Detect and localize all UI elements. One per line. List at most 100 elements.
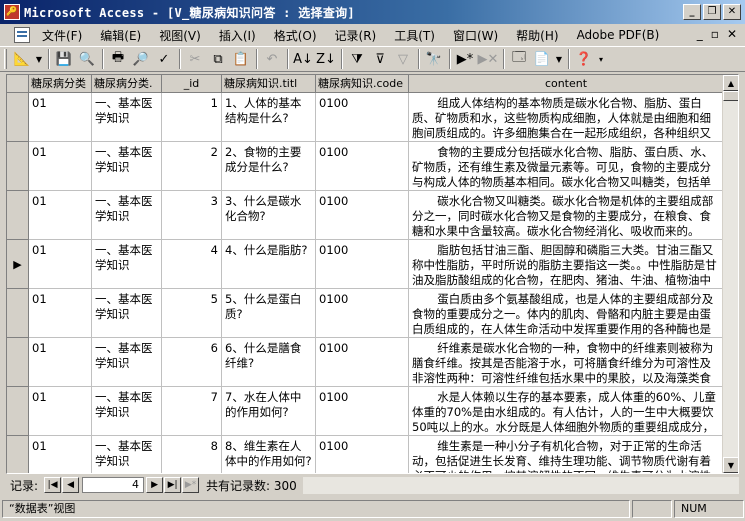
cell-content[interactable]: 碳水化合物又叫糖类。碳水化合物是机体的主要组成部分之一，同时碳水化合物又是食物的…	[409, 191, 724, 240]
toolbar-options-icon[interactable]: ▾	[596, 48, 606, 70]
new-record-nav-button[interactable]: ▶*	[182, 477, 200, 493]
record-selector[interactable]	[7, 338, 29, 387]
cut-icon[interactable]: ✂	[184, 48, 206, 70]
print-icon[interactable]: 🖶	[107, 48, 129, 70]
apply-filter-icon[interactable]: ▽	[392, 48, 414, 70]
cell-category[interactable]: 01	[29, 93, 92, 142]
cell-code[interactable]: 0100	[316, 338, 409, 387]
cell-content[interactable]: 组成人体结构的基本物质是碳水化合物、脂肪、蛋白质、矿物质和水，这些物质构成细胞，…	[409, 93, 724, 142]
dropdown-arrow-icon[interactable]: ▼	[34, 48, 44, 70]
table-row[interactable]: ▶ 01 一、基本医学知识 4 4、什么是脂肪? 0100 脂肪包括甘油三酯、胆固醇和磷脂三…	[7, 240, 738, 289]
menu-format[interactable]: 格式(O)	[268, 27, 323, 44]
sort-descending-icon[interactable]: Z↓	[315, 48, 337, 70]
record-selector[interactable]	[7, 436, 29, 473]
cell-code[interactable]: 0100	[316, 142, 409, 191]
cell-content[interactable]: 脂肪包括甘油三酯、胆固醇和磷脂三大类。甘油三酯又称中性脂肪，平时所说的脂肪主要指…	[409, 240, 724, 289]
cell-title[interactable]: 2、食物的主要成分是什么?	[222, 142, 316, 191]
cell-content[interactable]: 水是人体赖以生存的基本要素，成人体重的60%、儿童体重的70%是由水组成的。有人…	[409, 387, 724, 436]
table-row[interactable]: 01 一、基本医学知识 5 5、什么是蛋白质? 0100 蛋白质由多个氨基酸组成，也是人体…	[7, 289, 738, 338]
undo-icon[interactable]: ↶	[261, 48, 283, 70]
column-header-title[interactable]: 糖尿病知识.titl	[222, 75, 316, 93]
table-row[interactable]: 01 一、基本医学知识 1 1、人体的基本结构是什么? 0100 组成人体结构的基本物质是…	[7, 93, 738, 142]
column-header-category-name[interactable]: 糖尿病分类.	[92, 75, 162, 93]
cell-category[interactable]: 01	[29, 289, 92, 338]
cell-category-name[interactable]: 一、基本医学知识	[92, 289, 162, 338]
cell-id[interactable]: 2	[162, 142, 222, 191]
sort-ascending-icon[interactable]: A↓	[292, 48, 314, 70]
record-selector[interactable]	[7, 191, 29, 240]
last-record-button[interactable]: ▶|	[164, 477, 182, 493]
cell-code[interactable]: 0100	[316, 240, 409, 289]
menu-edit[interactable]: 编辑(E)	[94, 27, 147, 44]
spelling-icon[interactable]: ✓	[153, 48, 175, 70]
scroll-down-button[interactable]: ▼	[723, 457, 738, 473]
document-control-icon[interactable]	[14, 27, 30, 43]
cell-id[interactable]: 5	[162, 289, 222, 338]
menu-view[interactable]: 视图(V)	[153, 27, 207, 44]
cell-title[interactable]: 6、什么是膳食纤维?	[222, 338, 316, 387]
scroll-up-button[interactable]: ▲	[723, 75, 738, 91]
cell-code[interactable]: 0100	[316, 436, 409, 473]
cell-title[interactable]: 3、什么是碳水化合物?	[222, 191, 316, 240]
table-row[interactable]: 01 一、基本医学知识 3 3、什么是碳水化合物? 0100 碳水化合物又叫糖类。碳水化合…	[7, 191, 738, 240]
print-preview-icon[interactable]: 🔎	[130, 48, 152, 70]
cell-content[interactable]: 食物的主要成分包括碳水化合物、脂肪、蛋白质、水、矿物质，还有维生素及微量元素等。…	[409, 142, 724, 191]
cell-category-name[interactable]: 一、基本医学知识	[92, 436, 162, 473]
cell-title[interactable]: 4、什么是脂肪?	[222, 240, 316, 289]
cell-content[interactable]: 蛋白质由多个氨基酸组成，也是人体的主要组成部分及食物的重要成分之一。体内的肌肉、…	[409, 289, 724, 338]
design-view-icon[interactable]: 📐	[11, 48, 33, 70]
record-selector[interactable]: ▶	[7, 240, 29, 289]
cell-category[interactable]: 01	[29, 387, 92, 436]
column-header-code[interactable]: 糖尿病知识.code	[316, 75, 409, 93]
cell-id[interactable]: 7	[162, 387, 222, 436]
cell-content[interactable]: 纤维素是碳水化合物的一种，食物中的纤维素则被称为膳食纤维。按其是否能溶于水，可将…	[409, 338, 724, 387]
cell-category[interactable]: 01	[29, 338, 92, 387]
cell-category[interactable]: 01	[29, 142, 92, 191]
menu-adobe-pdf[interactable]: Adobe PDF(B)	[571, 28, 666, 42]
cell-title[interactable]: 7、水在人体中的作用如何?	[222, 387, 316, 436]
toolbar-grip[interactable]	[4, 49, 7, 69]
cell-category-name[interactable]: 一、基本医学知识	[92, 338, 162, 387]
filter-by-selection-icon[interactable]: ⧩	[346, 48, 368, 70]
restore-button[interactable]: ❐	[703, 4, 721, 20]
doc-minimize-button[interactable]: _	[697, 27, 703, 41]
cell-id[interactable]: 1	[162, 93, 222, 142]
table-row[interactable]: 01 一、基本医学知识 2 2、食物的主要成分是什么? 0100 食物的主要成分包括碳水化…	[7, 142, 738, 191]
new-record-icon[interactable]: ▶*	[454, 48, 476, 70]
paste-icon[interactable]: 📋	[230, 48, 252, 70]
menu-tools[interactable]: 工具(T)	[388, 27, 441, 44]
cell-category-name[interactable]: 一、基本医学知识	[92, 142, 162, 191]
cell-title[interactable]: 8、维生素在人体中的作用如何?	[222, 436, 316, 473]
copy-icon[interactable]: ⧉	[207, 48, 229, 70]
dropdown-arrow-icon[interactable]: ▼	[554, 48, 564, 70]
table-row[interactable]: 01 一、基本医学知识 8 8、维生素在人体中的作用如何? 0100 维生素是一种小分子有…	[7, 436, 738, 473]
cell-category-name[interactable]: 一、基本医学知识	[92, 240, 162, 289]
previous-record-button[interactable]: ◀	[62, 477, 80, 493]
column-header-content[interactable]: content	[409, 75, 724, 93]
cell-id[interactable]: 4	[162, 240, 222, 289]
column-header-category[interactable]: 糖尿病分类	[29, 75, 92, 93]
first-record-button[interactable]: |◀	[44, 477, 62, 493]
record-selector[interactable]	[7, 93, 29, 142]
record-selector[interactable]	[7, 387, 29, 436]
next-record-button[interactable]: ▶	[146, 477, 164, 493]
current-record-input[interactable]: 4	[82, 477, 145, 493]
find-icon[interactable]: 🔭	[423, 48, 445, 70]
menu-window[interactable]: 窗口(W)	[447, 27, 504, 44]
cell-code[interactable]: 0100	[316, 289, 409, 338]
cell-category-name[interactable]: 一、基本医学知识	[92, 387, 162, 436]
cell-id[interactable]: 8	[162, 436, 222, 473]
horizontal-scrollbar[interactable]	[302, 476, 739, 494]
select-all-corner[interactable]	[7, 75, 29, 93]
cell-code[interactable]: 0100	[316, 191, 409, 240]
cell-id[interactable]: 6	[162, 338, 222, 387]
cell-category[interactable]: 01	[29, 191, 92, 240]
cell-title[interactable]: 5、什么是蛋白质?	[222, 289, 316, 338]
file-search-icon[interactable]: 🔍	[76, 48, 98, 70]
table-row[interactable]: 01 一、基本医学知识 6 6、什么是膳食纤维? 0100 纤维素是碳水化合物的一种，食物…	[7, 338, 738, 387]
record-selector[interactable]	[7, 289, 29, 338]
vertical-scrollbar[interactable]: ▲ ▼	[722, 75, 738, 473]
menu-help[interactable]: 帮助(H)	[510, 27, 564, 44]
menu-insert[interactable]: 插入(I)	[213, 27, 262, 44]
doc-close-button[interactable]: ✕	[727, 27, 737, 41]
